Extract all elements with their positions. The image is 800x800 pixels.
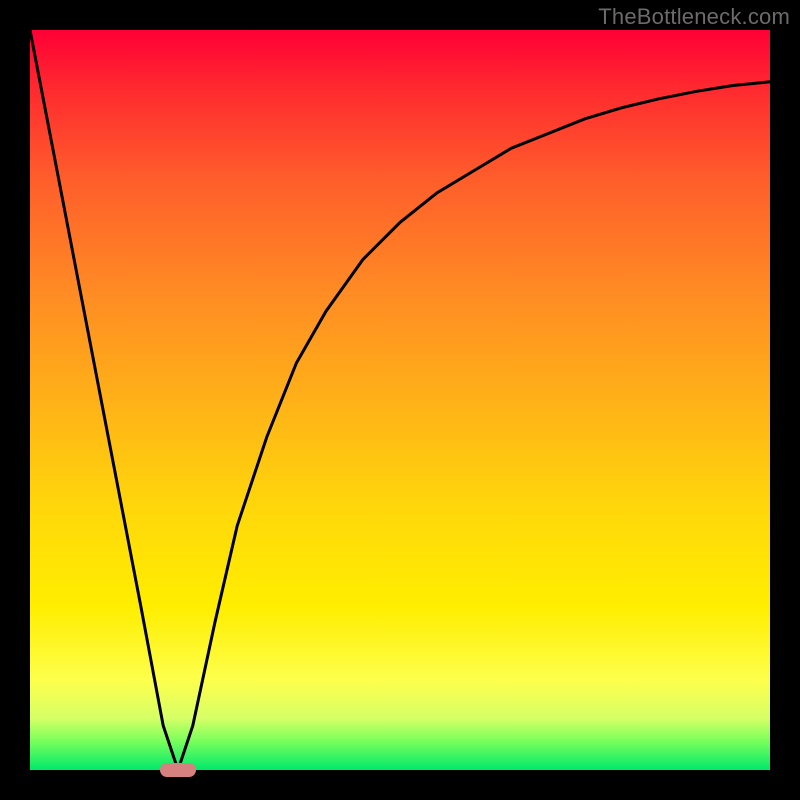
optimal-marker xyxy=(160,763,196,777)
plot-area xyxy=(30,30,770,770)
chart-frame: TheBottleneck.com xyxy=(0,0,800,800)
watermark-text: TheBottleneck.com xyxy=(598,4,790,30)
curve-svg xyxy=(30,30,770,770)
bottleneck-curve xyxy=(30,30,770,770)
